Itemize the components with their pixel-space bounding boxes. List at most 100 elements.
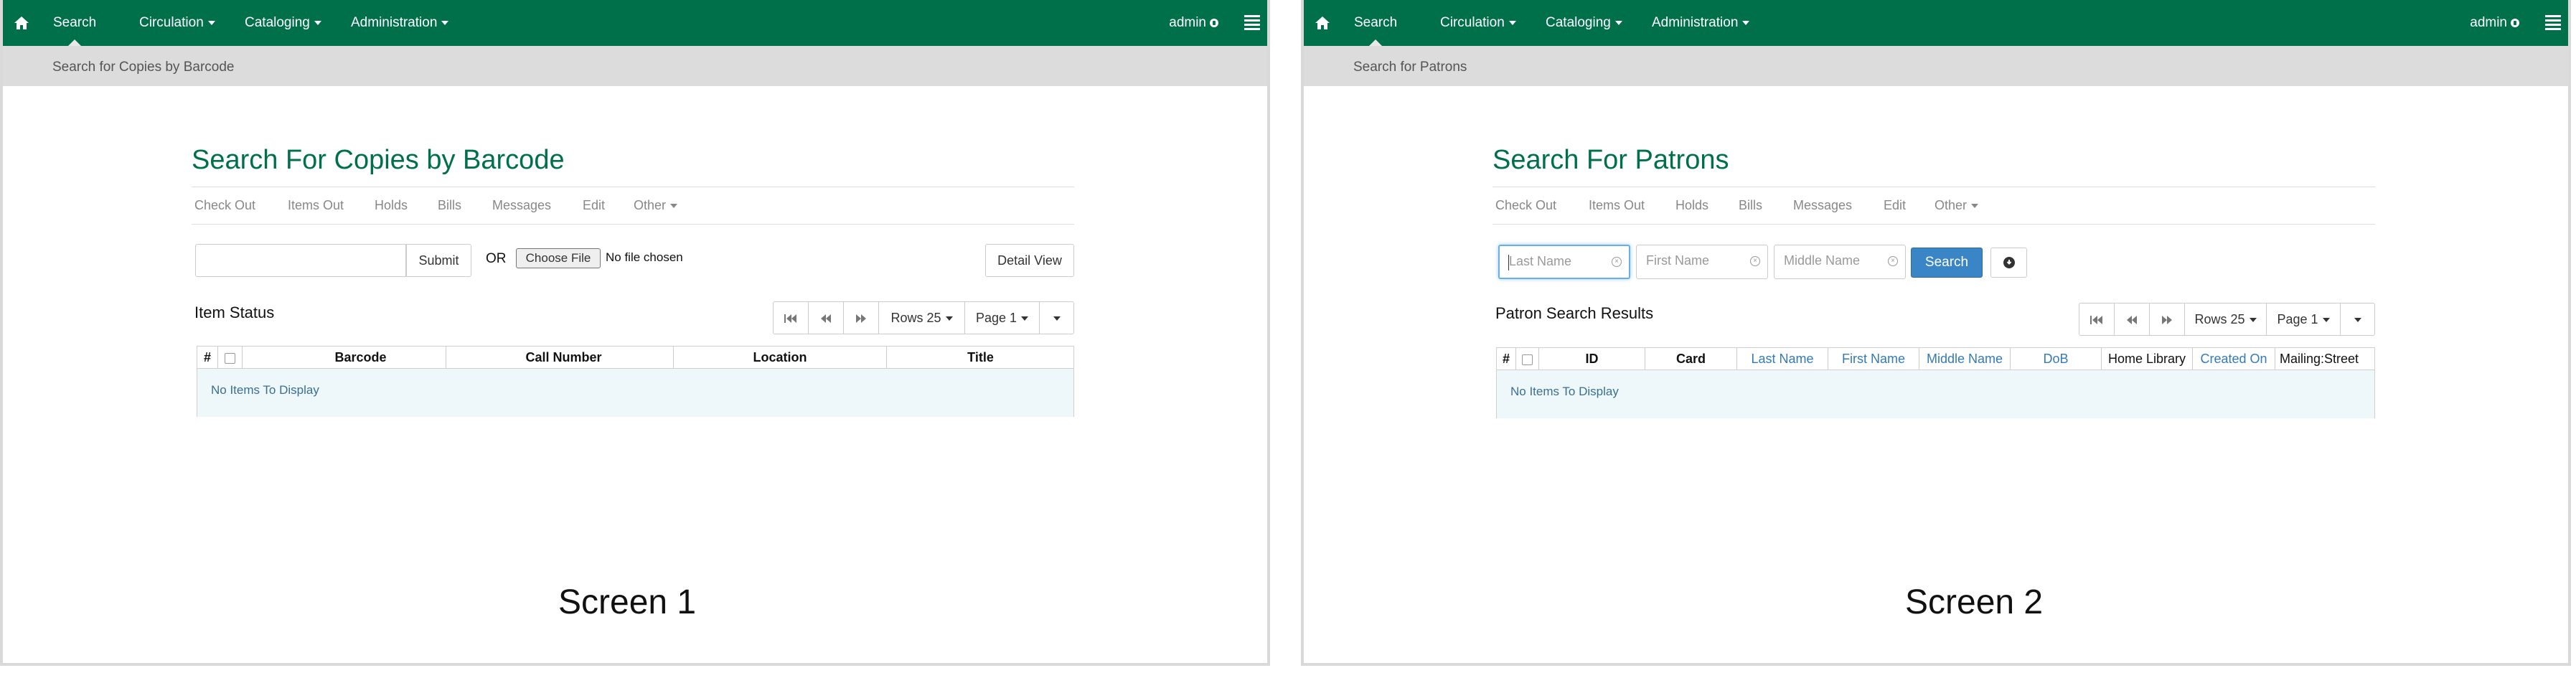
first-page-button[interactable]: [773, 301, 809, 334]
next-page-icon: [856, 314, 866, 323]
nav-search[interactable]: Search: [1354, 0, 1397, 46]
search-button[interactable]: Search: [1911, 248, 1983, 278]
rows-per-page-dropdown[interactable]: Rows 25: [878, 301, 965, 334]
column-header-call-number[interactable]: Call Number: [446, 347, 681, 368]
nav-administration-label: Administration: [1652, 15, 1739, 30]
action-bills[interactable]: Bills: [1739, 198, 1762, 213]
nav-cataloging[interactable]: Cataloging: [1546, 0, 1622, 46]
column-header-dob[interactable]: DoB: [2010, 348, 2101, 370]
nav-circulation[interactable]: Circulation: [1440, 0, 1516, 46]
caret-down-icon: [1021, 316, 1029, 321]
section-title: Patron Search Results: [1495, 304, 1654, 322]
nav-search-label: Search: [1354, 15, 1398, 30]
clear-icon[interactable]: ×: [1888, 256, 1898, 266]
user-menu[interactable]: admin: [1169, 0, 1218, 46]
page-label: Page 1: [2277, 312, 2318, 326]
grid-options-button[interactable]: [2340, 303, 2375, 336]
file-status-text: No file chosen: [606, 250, 683, 264]
caret-down-icon: [1971, 204, 1979, 209]
nav-administration[interactable]: Administration: [351, 0, 449, 46]
nav-circulation[interactable]: Circulation: [139, 0, 215, 46]
page-dropdown[interactable]: Page 1: [2266, 303, 2341, 336]
home-icon[interactable]: [13, 14, 30, 32]
action-edit[interactable]: Edit: [583, 198, 605, 213]
action-messages[interactable]: Messages: [1793, 198, 1852, 213]
action-holds[interactable]: Holds: [375, 198, 408, 213]
action-other[interactable]: Other: [1935, 198, 1979, 213]
or-label: OR: [486, 251, 507, 266]
column-header-mailing-street[interactable]: Mailing:Street: [2275, 348, 2374, 370]
chevron-down-icon: [1053, 316, 1061, 321]
page-label: Page 1: [975, 311, 1017, 325]
next-page-button[interactable]: [2149, 303, 2185, 336]
column-header-id[interactable]: ID: [1538, 348, 1645, 370]
caret-down-icon: [945, 316, 953, 321]
list-menu-icon[interactable]: [2545, 15, 2561, 31]
action-check-out[interactable]: Check Out: [1495, 198, 1556, 213]
column-header-middle-name[interactable]: Middle Name: [1919, 348, 2010, 370]
list-menu-icon[interactable]: [1244, 15, 1260, 31]
action-items-out[interactable]: Items Out: [1589, 198, 1645, 213]
nav-cataloging[interactable]: Cataloging: [245, 0, 321, 46]
column-header-last-name[interactable]: Last Name: [1736, 348, 1828, 370]
action-check-out[interactable]: Check Out: [194, 198, 255, 213]
action-edit[interactable]: Edit: [1884, 198, 1906, 213]
first-name-placeholder: First Name: [1646, 253, 1710, 268]
column-header-barcode[interactable]: Barcode: [242, 347, 479, 368]
nav-cataloging-label: Cataloging: [1546, 15, 1611, 30]
user-name: admin: [2470, 15, 2507, 30]
action-other-label: Other: [1935, 198, 1968, 212]
action-bills[interactable]: Bills: [438, 198, 461, 213]
action-messages[interactable]: Messages: [492, 198, 551, 213]
previous-page-button[interactable]: [2114, 303, 2150, 336]
detail-view-button[interactable]: Detail View: [985, 244, 1074, 277]
column-header-title[interactable]: Title: [886, 347, 1074, 368]
middle-name-input[interactable]: Middle Name ×: [1774, 245, 1906, 279]
previous-page-button[interactable]: [808, 301, 844, 334]
barcode-input[interactable]: [195, 244, 406, 277]
top-navbar: Search Circulation Cataloging Administra…: [3, 0, 1267, 46]
caret-down-icon: [314, 20, 321, 25]
caret-down-icon: [670, 204, 678, 209]
last-name-input[interactable]: Last Name ×: [1498, 245, 1630, 279]
column-header-home-library[interactable]: Home Library: [2101, 348, 2192, 370]
first-page-button[interactable]: [2079, 303, 2115, 336]
action-holds[interactable]: Holds: [1675, 198, 1708, 213]
first-page-icon: [784, 314, 796, 323]
empty-message: No Items To Display: [211, 383, 319, 397]
user-name: admin: [1169, 15, 1206, 30]
home-icon[interactable]: [1314, 14, 1331, 32]
search-options-button[interactable]: [1990, 248, 2027, 278]
column-header-created-on[interactable]: Created On: [2192, 348, 2275, 370]
clear-icon[interactable]: ×: [1612, 257, 1622, 267]
submit-button[interactable]: Submit: [406, 244, 471, 277]
column-header-select-all[interactable]: [1515, 348, 1538, 370]
select-all-checkbox[interactable]: [1522, 354, 1533, 365]
rows-per-page-dropdown[interactable]: Rows 25: [2184, 303, 2267, 336]
clear-icon[interactable]: ×: [1750, 256, 1760, 266]
nav-administration[interactable]: Administration: [1652, 0, 1750, 46]
breadcrumb: Search for Copies by Barcode: [52, 60, 235, 75]
next-page-button[interactable]: [843, 301, 879, 334]
page-dropdown[interactable]: Page 1: [964, 301, 1040, 334]
caret-down-icon: [207, 20, 215, 25]
breadcrumb: Search for Patrons: [1353, 60, 1467, 75]
divider: [192, 224, 1074, 225]
rows-per-page-label: Rows 25: [890, 311, 941, 325]
caret-down-icon: [2249, 318, 2257, 323]
column-header-card[interactable]: Card: [1645, 348, 1736, 370]
caret-down-icon: [2322, 318, 2330, 323]
grid-body: No Items To Display: [197, 369, 1073, 417]
action-items-out[interactable]: Items Out: [288, 198, 344, 213]
nav-search[interactable]: Search: [53, 0, 96, 46]
column-header-location[interactable]: Location: [673, 347, 886, 368]
user-menu[interactable]: admin: [2470, 0, 2519, 46]
action-other[interactable]: Other: [634, 198, 678, 213]
choose-file-button[interactable]: Choose File: [516, 248, 601, 268]
column-header-select-all[interactable]: [217, 347, 242, 368]
select-all-checkbox[interactable]: [225, 352, 235, 364]
grid-options-button[interactable]: [1039, 301, 1074, 334]
column-header-first-name[interactable]: First Name: [1828, 348, 1919, 370]
first-name-input[interactable]: First Name ×: [1636, 245, 1768, 279]
section-title: Item Status: [194, 303, 275, 321]
